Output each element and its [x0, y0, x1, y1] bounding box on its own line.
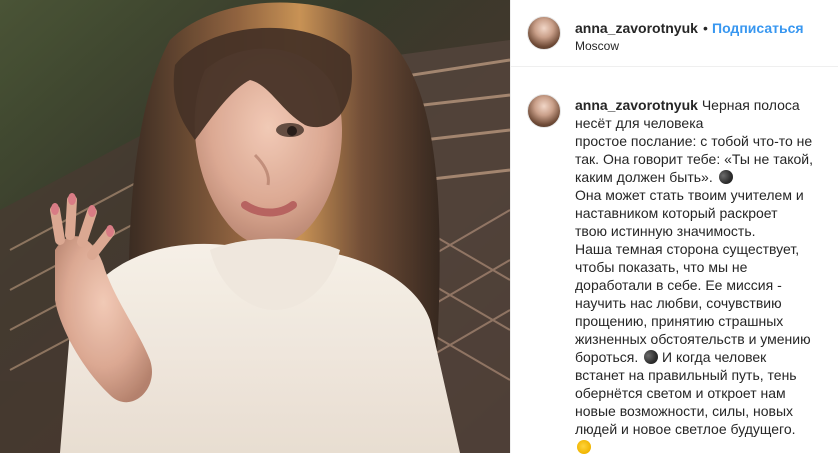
caption-text-1: Черная полоса [701, 97, 800, 113]
header-separator: • [703, 20, 708, 36]
author-avatar[interactable] [527, 16, 561, 50]
caption-line-15: бороться. И когда человек [575, 348, 825, 366]
caption-line-18: новые возможности, силы, новых [575, 403, 794, 419]
caption-line-6: Она может стать твоим учителем и [575, 187, 804, 203]
post-location[interactable]: Moscow [575, 39, 619, 53]
caption-author-username[interactable]: anna_zavorotnyuk [575, 97, 698, 113]
sun-emoji-icon [577, 440, 591, 454]
caption-line-2: несёт для человека [575, 115, 704, 131]
instagram-post-view: anna_zavorotnyuk • Подписаться Moscow an… [0, 0, 838, 456]
caption-line-13: прощению, принятию страшных [575, 313, 784, 329]
moon-phase-emoji-icon [644, 350, 659, 364]
caption-line-10: чтобы показать, что мы не [575, 259, 748, 275]
caption-line-20 [575, 438, 825, 456]
caption-line-14: жизненных обстоятельств и умению [575, 331, 811, 347]
photo-illustration [0, 0, 510, 453]
post-header: anna_zavorotnyuk • Подписаться Moscow [511, 0, 838, 67]
caption-line-11: доработали в себе. Ее миссия - [575, 277, 782, 293]
caption-text-15: бороться. [575, 349, 639, 365]
caption-line-4: так. Она говорит тебе: «Ты не такой, [575, 151, 814, 167]
caption-text-16: И когда человек [662, 349, 767, 365]
caption-line-3: простое послание: с тобой что-то не [575, 133, 813, 149]
post-sidebar: anna_zavorotnyuk • Подписаться Moscow an… [510, 0, 838, 456]
subscribe-button[interactable]: Подписаться [712, 20, 804, 36]
caption-line-7: наставником который раскроет [575, 205, 778, 221]
caption-line-8: твою истинную значимость. [575, 223, 756, 239]
author-username[interactable]: anna_zavorotnyuk [575, 20, 698, 36]
caption-line-16: встанет на правильный путь, тень [575, 367, 797, 383]
caption-line-1: anna_zavorotnyuk Черная полоса [575, 96, 825, 114]
caption-line-12: научить нас любви, сочувствию [575, 295, 782, 311]
new-moon-face-emoji-icon [718, 170, 733, 184]
caption-line-9: Наша темная сторона существует, [575, 241, 800, 257]
post-photo[interactable] [0, 0, 510, 453]
caption-line-17: обернётся светом и откроет нам [575, 385, 786, 401]
caption-author-avatar[interactable] [527, 94, 561, 128]
caption-text: anna_zavorotnyuk Черная полоса несёт для… [575, 96, 825, 456]
caption-line-19: людей и новое светлое будущего. [575, 421, 796, 437]
caption-line-5: каким должен быть». [575, 168, 825, 186]
caption-text-5: каким должен быть». [575, 169, 713, 185]
